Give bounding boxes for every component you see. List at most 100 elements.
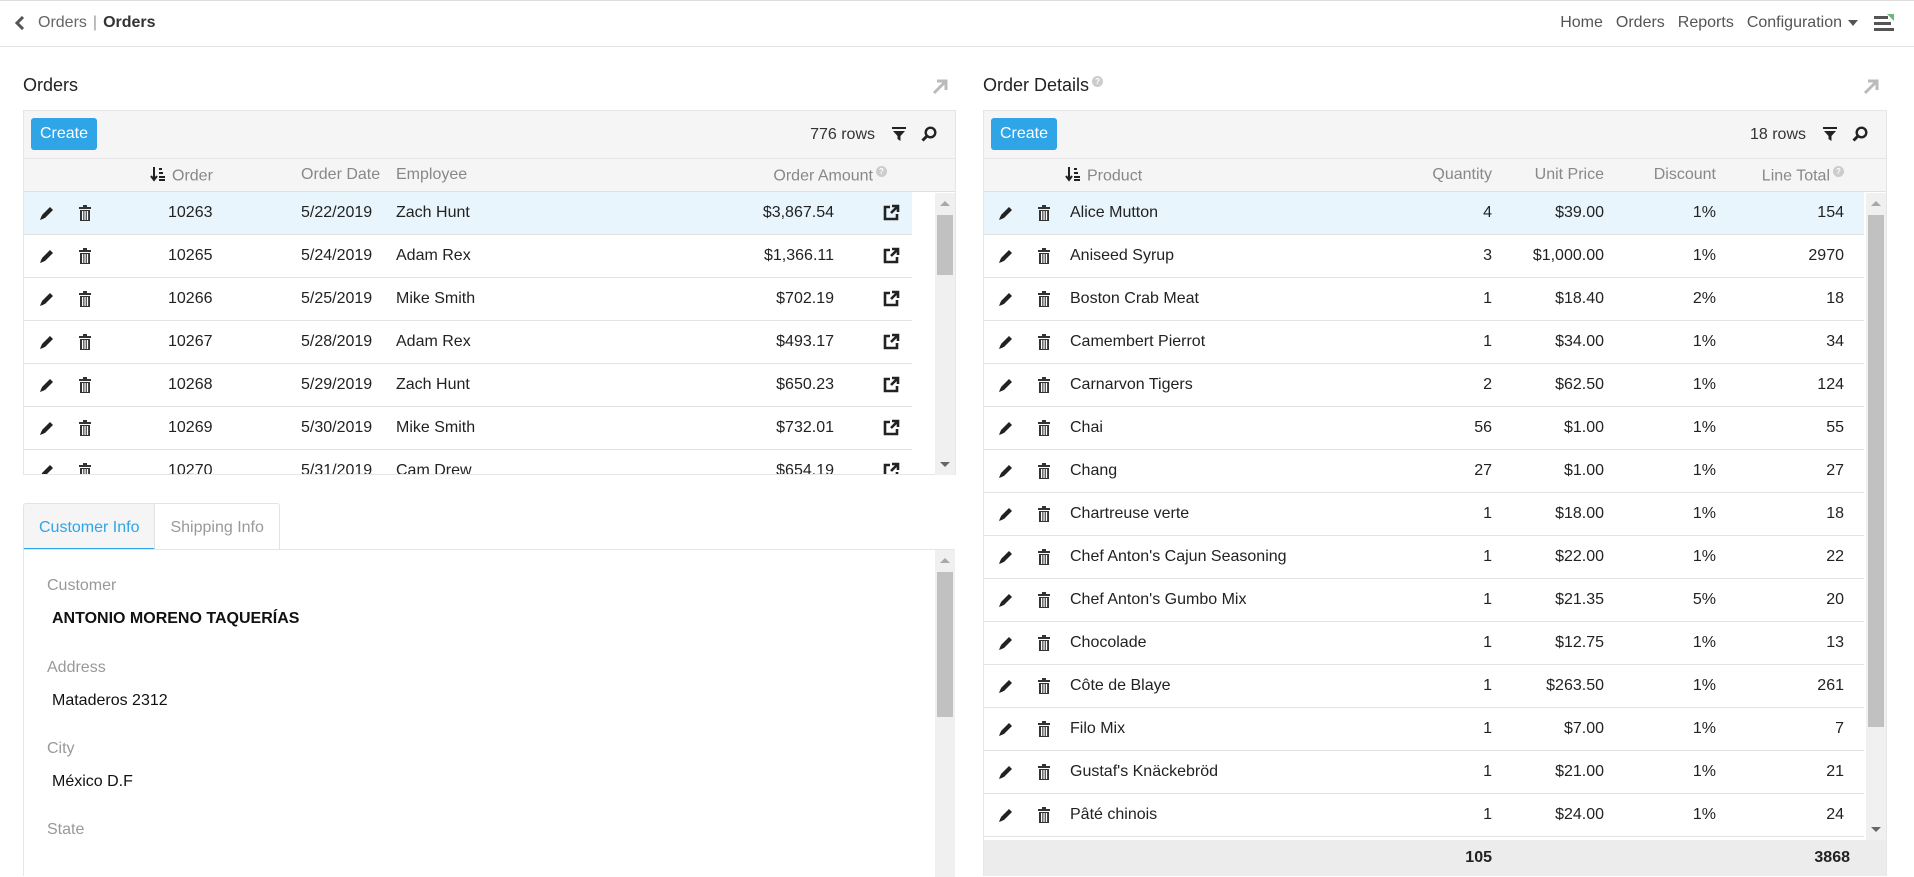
scroll-up-arrow[interactable] — [1871, 201, 1881, 206]
table-row[interactable]: Camembert Pierrot 1 $34.00 1% 34 — [984, 321, 1864, 364]
nav-configuration[interactable]: Configuration — [1747, 14, 1858, 32]
delete-trash-icon[interactable] — [76, 247, 94, 265]
edit-pencil-icon[interactable] — [997, 290, 1015, 308]
edit-pencil-icon[interactable] — [38, 204, 56, 222]
search-icon[interactable] — [920, 125, 938, 143]
col-employee[interactable]: Employee — [396, 166, 467, 184]
scroll-down-arrow[interactable] — [940, 462, 950, 467]
scroll-thumb[interactable] — [937, 215, 953, 275]
tab-customer-info[interactable]: Customer Info — [23, 503, 156, 550]
expand-arrow-icon[interactable] — [1862, 78, 1880, 96]
col-product[interactable]: Product — [1065, 166, 1142, 187]
table-row[interactable]: Pâté chinois 1 $24.00 1% 24 — [984, 794, 1864, 837]
delete-trash-icon[interactable] — [1035, 677, 1053, 695]
table-row[interactable]: Chartreuse verte 1 $18.00 1% 18 — [984, 493, 1864, 536]
delete-trash-icon[interactable] — [1035, 204, 1053, 222]
open-external-icon[interactable] — [882, 290, 900, 308]
delete-trash-icon[interactable] — [1035, 376, 1053, 394]
scroll-thumb[interactable] — [937, 572, 953, 717]
table-row[interactable]: 10265 5/24/2019 Adam Rex $1,366.11 — [24, 235, 912, 278]
delete-trash-icon[interactable] — [1035, 634, 1053, 652]
help-icon[interactable]: ? — [1833, 166, 1844, 177]
delete-trash-icon[interactable] — [1035, 763, 1053, 781]
delete-trash-icon[interactable] — [76, 290, 94, 308]
table-row[interactable]: Chef Anton's Cajun Seasoning 1 $22.00 1% 22 — [984, 536, 1864, 579]
edit-pencil-icon[interactable] — [997, 720, 1015, 738]
col-order-amount[interactable]: Order Amount? — [773, 166, 887, 185]
edit-pencil-icon[interactable] — [997, 763, 1015, 781]
table-row[interactable]: 10268 5/29/2019 Zach Hunt $650.23 — [24, 364, 912, 407]
edit-pencil-icon[interactable] — [997, 548, 1015, 566]
edit-pencil-icon[interactable] — [997, 376, 1015, 394]
delete-trash-icon[interactable] — [76, 376, 94, 394]
delete-trash-icon[interactable] — [76, 204, 94, 222]
table-row[interactable]: Côte de Blaye 1 $263.50 1% 261 — [984, 665, 1864, 708]
edit-pencil-icon[interactable] — [38, 419, 56, 437]
open-external-icon[interactable] — [882, 462, 900, 474]
edit-pencil-icon[interactable] — [997, 591, 1015, 609]
col-order[interactable]: Order — [150, 166, 213, 187]
table-row[interactable]: Aniseed Syrup 3 $1,000.00 1% 2970 — [984, 235, 1864, 278]
edit-pencil-icon[interactable] — [997, 634, 1015, 652]
edit-pencil-icon[interactable] — [997, 462, 1015, 480]
breadcrumb-parent[interactable]: Orders — [38, 14, 87, 32]
hamburger-menu-icon[interactable] — [1874, 14, 1894, 32]
scroll-thumb[interactable] — [1868, 215, 1884, 727]
edit-pencil-icon[interactable] — [997, 806, 1015, 824]
open-external-icon[interactable] — [882, 376, 900, 394]
help-icon[interactable]: ? — [876, 166, 887, 177]
table-row[interactable]: 10267 5/28/2019 Adam Rex $493.17 — [24, 321, 912, 364]
delete-trash-icon[interactable] — [1035, 591, 1053, 609]
open-external-icon[interactable] — [882, 419, 900, 437]
orders-scrollbar[interactable] — [935, 193, 955, 475]
order-details-scrollbar[interactable] — [1866, 193, 1886, 840]
scroll-up-arrow[interactable] — [940, 201, 950, 206]
table-row[interactable]: Gustaf's Knäckebröd 1 $21.00 1% 21 — [984, 751, 1864, 794]
open-external-icon[interactable] — [882, 204, 900, 222]
help-icon[interactable]: ? — [1092, 76, 1104, 87]
edit-pencil-icon[interactable] — [997, 419, 1015, 437]
table-row[interactable]: Alice Mutton 4 $39.00 1% 154 — [984, 192, 1864, 235]
table-row[interactable]: 10270 5/31/2019 Cam Drew $654.19 — [24, 450, 912, 474]
col-unit-price[interactable]: Unit Price — [1535, 166, 1604, 184]
edit-pencil-icon[interactable] — [997, 505, 1015, 523]
col-discount[interactable]: Discount — [1654, 166, 1716, 184]
open-external-icon[interactable] — [882, 247, 900, 265]
nav-reports[interactable]: Reports — [1678, 14, 1734, 32]
delete-trash-icon[interactable] — [1035, 720, 1053, 738]
table-row[interactable]: Chang 27 $1.00 1% 27 — [984, 450, 1864, 493]
delete-trash-icon[interactable] — [1035, 247, 1053, 265]
nav-home[interactable]: Home — [1560, 14, 1603, 32]
order-details-create-button[interactable]: Create — [991, 118, 1058, 150]
table-row[interactable]: Boston Crab Meat 1 $18.40 2% 18 — [984, 278, 1864, 321]
search-icon[interactable] — [1851, 125, 1869, 143]
edit-pencil-icon[interactable] — [38, 247, 56, 265]
edit-pencil-icon[interactable] — [997, 333, 1015, 351]
back-chevron-icon[interactable] — [12, 15, 28, 31]
table-row[interactable]: 10269 5/30/2019 Mike Smith $732.01 — [24, 407, 912, 450]
edit-pencil-icon[interactable] — [38, 376, 56, 394]
nav-orders[interactable]: Orders — [1616, 14, 1665, 32]
edit-pencil-icon[interactable] — [997, 677, 1015, 695]
col-quantity[interactable]: Quantity — [1432, 166, 1492, 184]
delete-trash-icon[interactable] — [1035, 333, 1053, 351]
table-row[interactable]: Chocolade 1 $12.75 1% 13 — [984, 622, 1864, 665]
expand-arrow-icon[interactable] — [931, 78, 949, 96]
info-scrollbar[interactable] — [935, 550, 955, 877]
orders-create-button[interactable]: Create — [31, 118, 98, 150]
delete-trash-icon[interactable] — [76, 462, 94, 474]
filter-icon[interactable] — [1821, 125, 1839, 143]
delete-trash-icon[interactable] — [76, 333, 94, 351]
col-order-date[interactable]: Order Date — [301, 166, 380, 184]
edit-pencil-icon[interactable] — [38, 333, 56, 351]
delete-trash-icon[interactable] — [1035, 290, 1053, 308]
table-row[interactable]: Carnarvon Tigers 2 $62.50 1% 124 — [984, 364, 1864, 407]
col-line-total[interactable]: Line Total? — [1762, 166, 1844, 185]
table-row[interactable]: Chef Anton's Gumbo Mix 1 $21.35 5% 20 — [984, 579, 1864, 622]
delete-trash-icon[interactable] — [1035, 806, 1053, 824]
delete-trash-icon[interactable] — [1035, 462, 1053, 480]
table-row[interactable]: 10266 5/25/2019 Mike Smith $702.19 — [24, 278, 912, 321]
table-row[interactable]: 10263 5/22/2019 Zach Hunt $3,867.54 — [24, 192, 912, 235]
table-row[interactable]: Filo Mix 1 $7.00 1% 7 — [984, 708, 1864, 751]
scroll-up-arrow[interactable] — [940, 558, 950, 563]
